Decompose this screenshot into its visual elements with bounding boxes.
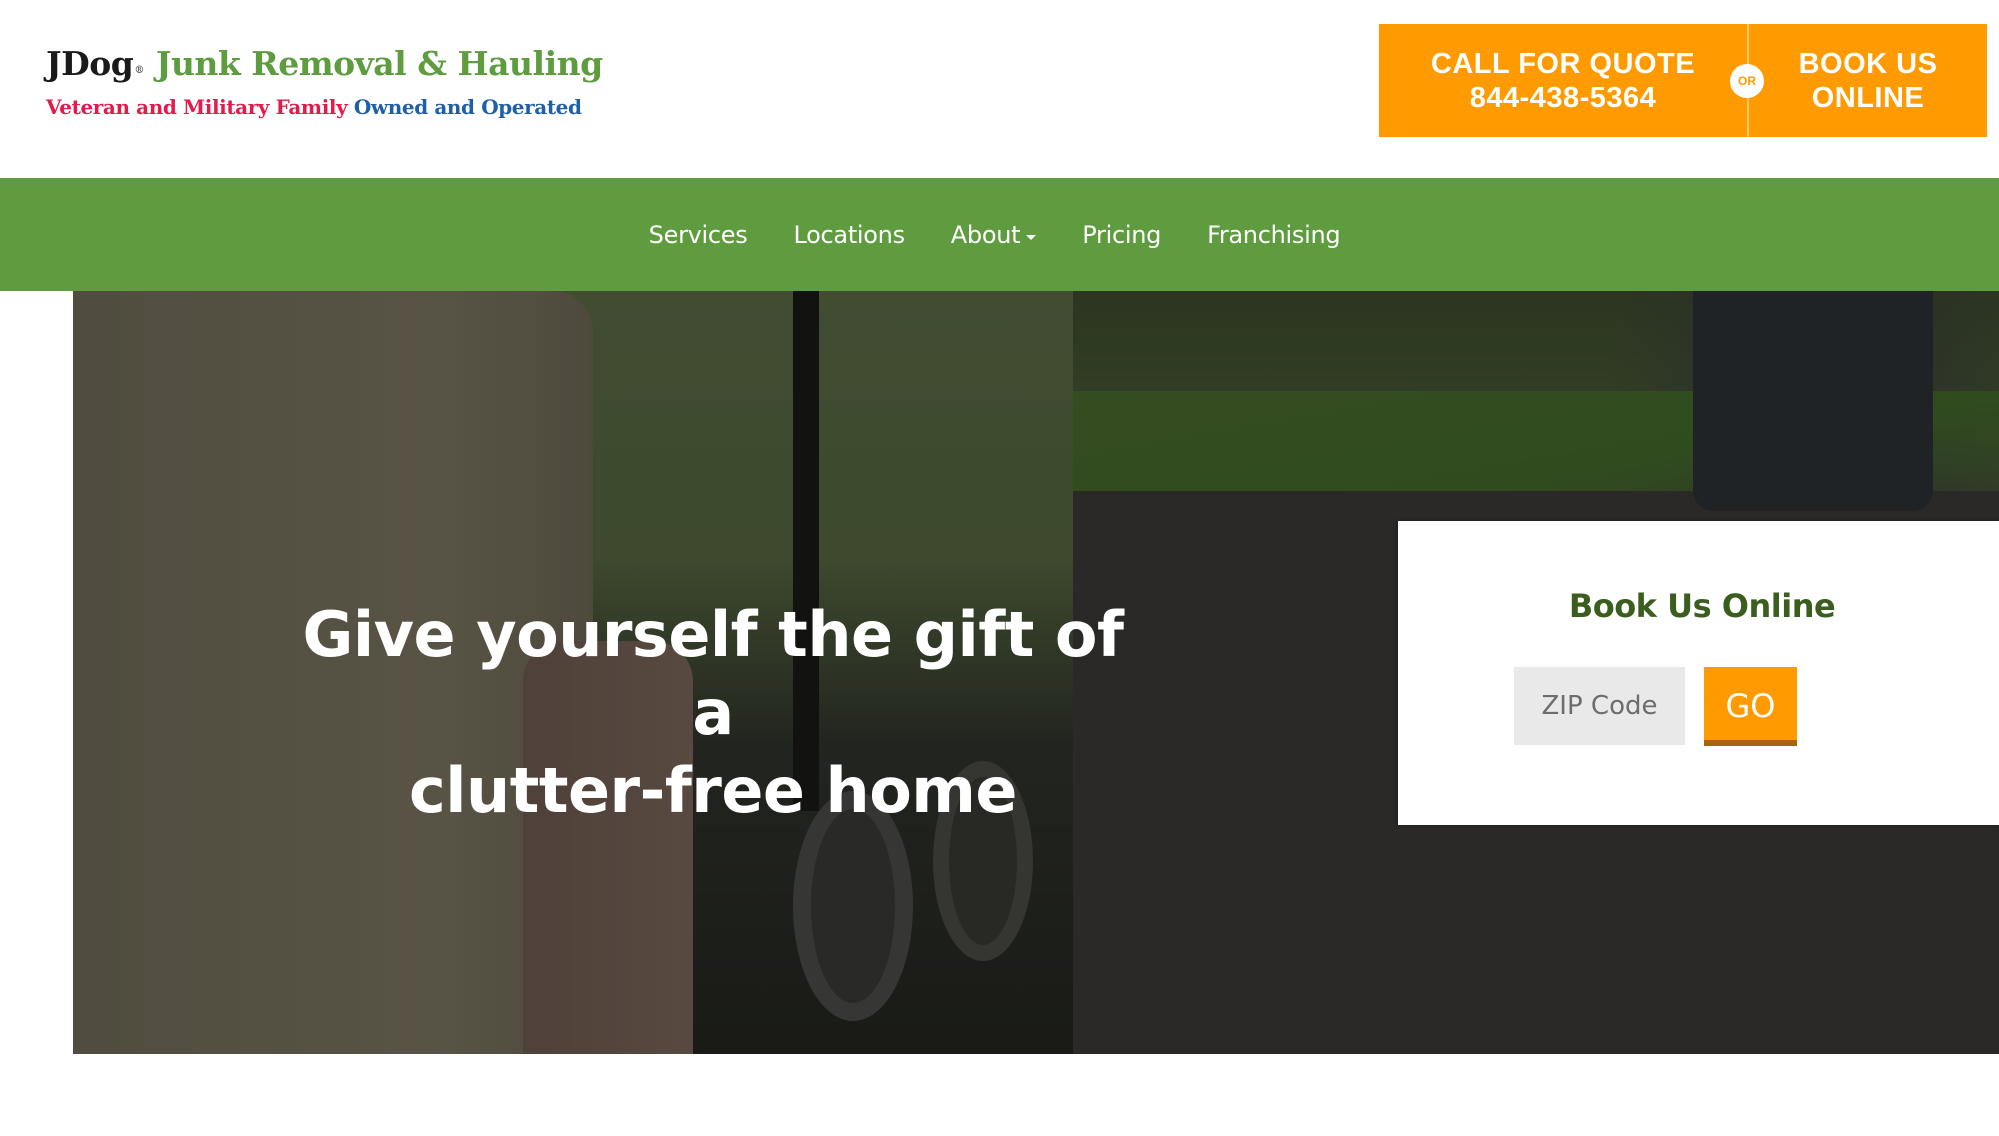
logo-subtitle-blue: Owned and Operated: [353, 95, 582, 119]
zip-code-input[interactable]: [1514, 667, 1685, 745]
go-button[interactable]: GO: [1704, 667, 1797, 746]
nav-label: About: [950, 220, 1021, 249]
logo-subtitle: Veteran and Military Family Owned and Op…: [46, 95, 603, 119]
call-label: CALL FOR QUOTE: [1430, 47, 1696, 80]
nav-item-about[interactable]: About: [928, 221, 1059, 249]
call-for-quote-button[interactable]: CALL FOR QUOTE 844-438-5364: [1379, 24, 1747, 137]
registered-mark: ®: [134, 65, 144, 76]
nav-item-locations[interactable]: Locations: [770, 221, 927, 249]
nav-item-pricing[interactable]: Pricing: [1059, 221, 1184, 249]
nav-item-services[interactable]: Services: [626, 221, 771, 249]
logo-tagline: Junk Removal & Hauling: [155, 44, 603, 83]
logo-subtitle-red: Veteran and Military Family: [46, 95, 348, 119]
nav-label: Franchising: [1207, 220, 1341, 249]
nav-label: Pricing: [1082, 220, 1162, 249]
book-online-button[interactable]: BOOK US ONLINE: [1749, 24, 1987, 137]
or-badge: OR: [1730, 64, 1764, 98]
nav-label: Locations: [793, 220, 905, 249]
headline-line2: clutter-free home: [409, 754, 1017, 827]
phone-number: 844-438-5364: [1469, 81, 1657, 114]
nav-item-franchising[interactable]: Franchising: [1184, 221, 1363, 249]
caret-down-icon: [1026, 235, 1037, 240]
main-nav: Services Locations About Pricing Franchi…: [0, 178, 1999, 291]
header-cta: CALL FOR QUOTE 844-438-5364 OR BOOK US O…: [1379, 24, 1987, 137]
hero-headline: Give yourself the gift of a clutter-free…: [273, 596, 1153, 830]
book-line2: ONLINE: [1811, 81, 1925, 114]
logo-brand: JDog: [46, 44, 134, 83]
nav-label: Services: [648, 220, 748, 249]
site-logo[interactable]: JDog® Junk Removal & Hauling Veteran and…: [46, 44, 603, 119]
site-header: JDog® Junk Removal & Hauling Veteran and…: [0, 0, 1999, 178]
headline-line1: Give yourself the gift of a: [302, 598, 1125, 749]
logo-title: JDog® Junk Removal & Hauling: [46, 44, 603, 91]
book-line1: BOOK US: [1798, 47, 1938, 80]
book-online-card: Book Us Online GO: [1398, 521, 1999, 825]
book-card-title: Book Us Online: [1568, 587, 1836, 625]
